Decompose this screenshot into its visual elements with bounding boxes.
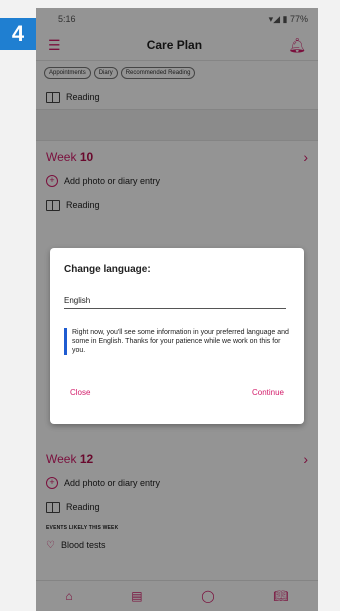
close-button[interactable]: Close	[70, 388, 90, 397]
continue-button[interactable]: Continue	[252, 388, 284, 397]
info-note: Right now, you'll see some information i…	[64, 328, 290, 356]
phone-screen: 5:16 ▾◢ ▮ 77% ☰ Care Plan 🔔︎ Appointment…	[36, 8, 318, 611]
step-badge: 4	[0, 18, 36, 50]
dialog-title: Change language:	[64, 264, 151, 275]
language-field[interactable]: English	[64, 296, 286, 309]
change-language-dialog: Change language: English Right now, you'…	[50, 248, 304, 424]
